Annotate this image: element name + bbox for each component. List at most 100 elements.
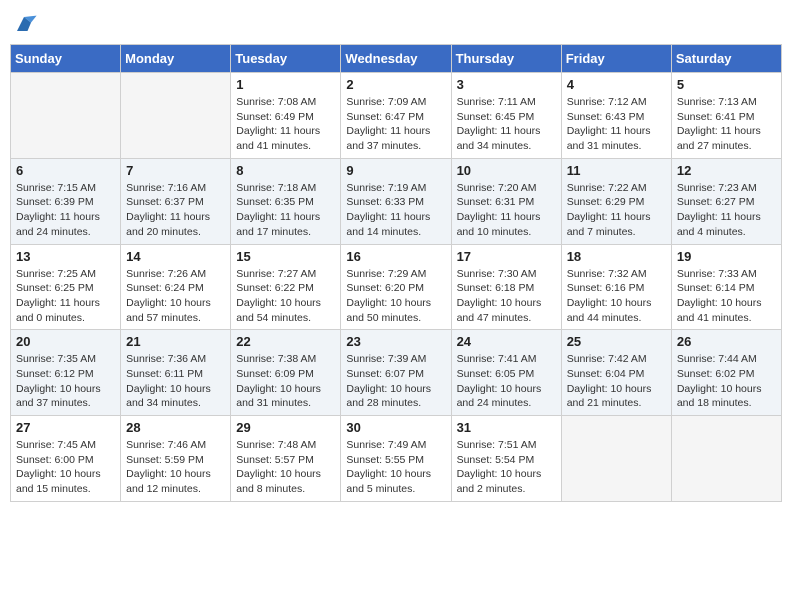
day-info: Sunrise: 7:33 AM Sunset: 6:14 PM Dayligh… [677, 267, 776, 326]
calendar-cell: 31 Sunrise: 7:51 AM Sunset: 5:54 PM Dayli… [451, 416, 561, 502]
calendar-cell: 19 Sunrise: 7:33 AM Sunset: 6:14 PM Dayli… [671, 244, 781, 330]
day-number: 26 [677, 334, 776, 349]
col-header-monday: Monday [121, 45, 231, 73]
logo-icon [10, 10, 38, 38]
calendar-cell: 24Sunrise: 7:41 AM Sunset: 6:05 PM Dayli… [451, 330, 561, 416]
day-info: Sunrise: 7:18 AM Sunset: 6:35 PM Dayligh… [236, 181, 335, 240]
day-number: 3 [457, 77, 556, 92]
calendar-cell: 4Sunrise: 7:12 AM Sunset: 6:43 PM Daylig… [561, 73, 671, 159]
calendar-cell: 8 Sunrise: 7:18 AM Sunset: 6:35 PM Daylig… [231, 158, 341, 244]
calendar-cell: 17Sunrise: 7:30 AM Sunset: 6:18 PM Dayli… [451, 244, 561, 330]
calendar-cell: 13 Sunrise: 7:25 AM Sunset: 6:25 PM Dayli… [11, 244, 121, 330]
calendar-cell: 12 Sunrise: 7:23 AM Sunset: 6:27 PM Dayli… [671, 158, 781, 244]
day-info: Sunrise: 7:51 AM Sunset: 5:54 PM Dayligh… [457, 438, 556, 497]
day-info: Sunrise: 7:15 AM Sunset: 6:39 PM Dayligh… [16, 181, 115, 240]
day-info: Sunrise: 7:36 AM Sunset: 6:11 PM Dayligh… [126, 352, 225, 411]
day-number: 28 [126, 420, 225, 435]
calendar-cell: 10 Sunrise: 7:20 AM Sunset: 6:31 PM Dayli… [451, 158, 561, 244]
calendar-cell: 30 Sunrise: 7:49 AM Sunset: 5:55 PM Dayli… [341, 416, 451, 502]
calendar-cell: 14Sunrise: 7:26 AM Sunset: 6:24 PM Dayli… [121, 244, 231, 330]
calendar-week-row: 1Sunrise: 7:08 AM Sunset: 6:49 PM Daylig… [11, 73, 782, 159]
day-number: 31 [457, 420, 556, 435]
logo [10, 10, 42, 38]
calendar-cell: 3 Sunrise: 7:11 AM Sunset: 6:45 PM Daylig… [451, 73, 561, 159]
day-info: Sunrise: 7:44 AM Sunset: 6:02 PM Dayligh… [677, 352, 776, 411]
day-number: 17 [457, 249, 556, 264]
calendar-cell: 26 Sunrise: 7:44 AM Sunset: 6:02 PM Dayli… [671, 330, 781, 416]
calendar-cell: 27 Sunrise: 7:45 AM Sunset: 6:00 PM Dayli… [11, 416, 121, 502]
col-header-saturday: Saturday [671, 45, 781, 73]
day-info: Sunrise: 7:09 AM Sunset: 6:47 PM Dayligh… [346, 95, 445, 154]
day-number: 25 [567, 334, 666, 349]
day-info: Sunrise: 7:19 AM Sunset: 6:33 PM Dayligh… [346, 181, 445, 240]
day-info: Sunrise: 7:25 AM Sunset: 6:25 PM Dayligh… [16, 267, 115, 326]
calendar-week-row: 13 Sunrise: 7:25 AM Sunset: 6:25 PM Dayli… [11, 244, 782, 330]
col-header-wednesday: Wednesday [341, 45, 451, 73]
calendar-cell: 18 Sunrise: 7:32 AM Sunset: 6:16 PM Dayli… [561, 244, 671, 330]
page-header [10, 10, 782, 38]
col-header-friday: Friday [561, 45, 671, 73]
calendar-cell: 2 Sunrise: 7:09 AM Sunset: 6:47 PM Daylig… [341, 73, 451, 159]
day-info: Sunrise: 7:49 AM Sunset: 5:55 PM Dayligh… [346, 438, 445, 497]
day-info: Sunrise: 7:42 AM Sunset: 6:04 PM Dayligh… [567, 352, 666, 411]
day-number: 2 [346, 77, 445, 92]
day-number: 10 [457, 163, 556, 178]
day-number: 6 [16, 163, 115, 178]
calendar-cell: 5 Sunrise: 7:13 AM Sunset: 6:41 PM Daylig… [671, 73, 781, 159]
day-info: Sunrise: 7:27 AM Sunset: 6:22 PM Dayligh… [236, 267, 335, 326]
calendar-cell: 16 Sunrise: 7:29 AM Sunset: 6:20 PM Dayli… [341, 244, 451, 330]
day-info: Sunrise: 7:46 AM Sunset: 5:59 PM Dayligh… [126, 438, 225, 497]
calendar-cell: 9 Sunrise: 7:19 AM Sunset: 6:33 PM Daylig… [341, 158, 451, 244]
day-number: 29 [236, 420, 335, 435]
calendar-cell: 11Sunrise: 7:22 AM Sunset: 6:29 PM Dayli… [561, 158, 671, 244]
day-number: 1 [236, 77, 335, 92]
day-number: 23 [346, 334, 445, 349]
day-info: Sunrise: 7:11 AM Sunset: 6:45 PM Dayligh… [457, 95, 556, 154]
day-number: 20 [16, 334, 115, 349]
calendar-week-row: 6 Sunrise: 7:15 AM Sunset: 6:39 PM Daylig… [11, 158, 782, 244]
day-info: Sunrise: 7:29 AM Sunset: 6:20 PM Dayligh… [346, 267, 445, 326]
day-info: Sunrise: 7:16 AM Sunset: 6:37 PM Dayligh… [126, 181, 225, 240]
day-info: Sunrise: 7:20 AM Sunset: 6:31 PM Dayligh… [457, 181, 556, 240]
day-info: Sunrise: 7:38 AM Sunset: 6:09 PM Dayligh… [236, 352, 335, 411]
day-number: 9 [346, 163, 445, 178]
day-number: 27 [16, 420, 115, 435]
day-info: Sunrise: 7:23 AM Sunset: 6:27 PM Dayligh… [677, 181, 776, 240]
calendar-cell [561, 416, 671, 502]
day-info: Sunrise: 7:48 AM Sunset: 5:57 PM Dayligh… [236, 438, 335, 497]
day-number: 12 [677, 163, 776, 178]
day-number: 13 [16, 249, 115, 264]
calendar-cell [121, 73, 231, 159]
calendar-cell: 21 Sunrise: 7:36 AM Sunset: 6:11 PM Dayli… [121, 330, 231, 416]
day-info: Sunrise: 7:13 AM Sunset: 6:41 PM Dayligh… [677, 95, 776, 154]
calendar-cell: 15 Sunrise: 7:27 AM Sunset: 6:22 PM Dayli… [231, 244, 341, 330]
day-number: 7 [126, 163, 225, 178]
day-info: Sunrise: 7:35 AM Sunset: 6:12 PM Dayligh… [16, 352, 115, 411]
day-info: Sunrise: 7:45 AM Sunset: 6:00 PM Dayligh… [16, 438, 115, 497]
col-header-sunday: Sunday [11, 45, 121, 73]
calendar-cell: 25 Sunrise: 7:42 AM Sunset: 6:04 PM Dayli… [561, 330, 671, 416]
day-number: 18 [567, 249, 666, 264]
calendar-cell: 28 Sunrise: 7:46 AM Sunset: 5:59 PM Dayli… [121, 416, 231, 502]
day-number: 15 [236, 249, 335, 264]
day-number: 4 [567, 77, 666, 92]
calendar-week-row: 27 Sunrise: 7:45 AM Sunset: 6:00 PM Dayli… [11, 416, 782, 502]
day-number: 30 [346, 420, 445, 435]
calendar-cell: 6 Sunrise: 7:15 AM Sunset: 6:39 PM Daylig… [11, 158, 121, 244]
day-number: 21 [126, 334, 225, 349]
day-info: Sunrise: 7:26 AM Sunset: 6:24 PM Dayligh… [126, 267, 225, 326]
day-number: 8 [236, 163, 335, 178]
day-number: 19 [677, 249, 776, 264]
calendar-week-row: 20 Sunrise: 7:35 AM Sunset: 6:12 PM Dayli… [11, 330, 782, 416]
calendar-cell: 23 Sunrise: 7:39 AM Sunset: 6:07 PM Dayli… [341, 330, 451, 416]
day-info: Sunrise: 7:39 AM Sunset: 6:07 PM Dayligh… [346, 352, 445, 411]
calendar-cell: 29 Sunrise: 7:48 AM Sunset: 5:57 PM Dayli… [231, 416, 341, 502]
day-number: 5 [677, 77, 776, 92]
calendar-header-row: SundayMondayTuesdayWednesdayThursdayFrid… [11, 45, 782, 73]
day-info: Sunrise: 7:32 AM Sunset: 6:16 PM Dayligh… [567, 267, 666, 326]
day-number: 22 [236, 334, 335, 349]
day-number: 16 [346, 249, 445, 264]
calendar-cell: 22 Sunrise: 7:38 AM Sunset: 6:09 PM Dayli… [231, 330, 341, 416]
calendar-cell [671, 416, 781, 502]
day-number: 24 [457, 334, 556, 349]
